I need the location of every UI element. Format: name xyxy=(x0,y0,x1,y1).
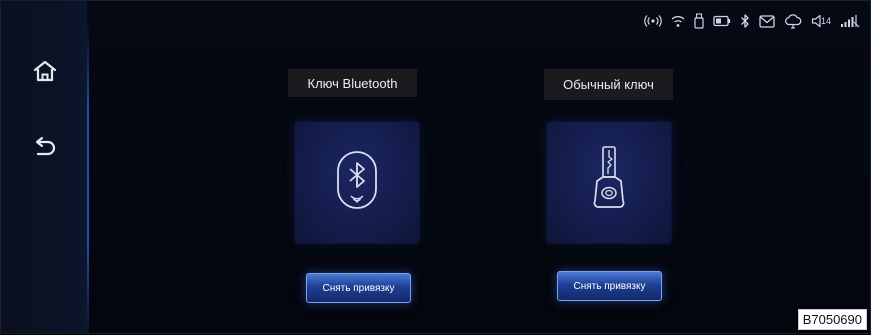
bluetooth-key-unbind-button[interactable]: Снять привязку xyxy=(306,273,411,303)
bluetooth-key-title: Ключ Bluetooth xyxy=(288,69,417,97)
regular-key-unbind-label: Снять привязку xyxy=(573,280,646,292)
regular-key-unbind-button[interactable]: Снять привязку xyxy=(557,271,662,301)
car-key-icon xyxy=(589,145,629,220)
wifi-icon xyxy=(671,14,685,28)
infotainment-screen: 14 Ключ Bluetooth Снять привязку Обычный… xyxy=(0,0,871,335)
bluetooth-key-unbind-label: Снять привязку xyxy=(322,282,395,294)
regular-key-title-text: Обычный ключ xyxy=(563,77,654,92)
message-icon xyxy=(759,14,775,28)
cloud-icon xyxy=(784,13,802,29)
regular-key-title: Обычный ключ xyxy=(544,69,673,100)
bluetooth-key-title-text: Ключ Bluetooth xyxy=(307,75,398,91)
home-button[interactable] xyxy=(29,57,61,89)
home-icon xyxy=(32,59,58,88)
regular-key-card[interactable] xyxy=(547,122,671,243)
sidebar xyxy=(1,1,87,333)
usb-icon xyxy=(694,13,704,29)
back-arrow-icon xyxy=(32,134,58,163)
status-bar: 14 xyxy=(644,10,860,32)
hotspot-icon xyxy=(644,14,662,28)
volume-indicator: 14 xyxy=(811,14,831,28)
volume-level: 14 xyxy=(820,16,831,26)
figure-code-label: B7050690 xyxy=(797,309,867,330)
sidebar-divider xyxy=(87,19,89,335)
bluetooth-icon xyxy=(740,13,750,29)
battery-icon xyxy=(713,15,731,27)
bluetooth-key-card[interactable] xyxy=(295,122,419,243)
bluetooth-key-icon xyxy=(334,150,380,215)
back-button[interactable] xyxy=(29,132,61,164)
signal-icon xyxy=(840,14,860,28)
